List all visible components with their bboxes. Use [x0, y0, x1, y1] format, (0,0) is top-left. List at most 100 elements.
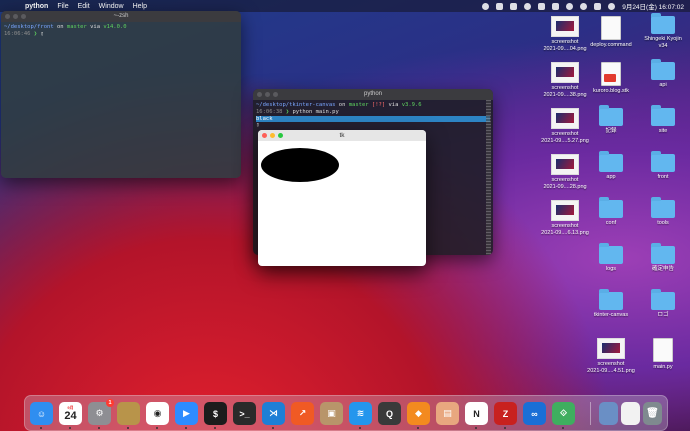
- desktop-icon[interactable]: screenshot 2021-09....28.png: [540, 154, 590, 190]
- desktop-icon-label: front: [657, 174, 669, 180]
- notion-dock-icon[interactable]: N: [465, 402, 488, 425]
- dock: ☺ 9月 24 ⚙ 1 ◉ ▶ $ >_ ⋊ ↗ ▣ ≋ Q ◆ ▤ N Z ∞ ⟐ 🗑: [24, 395, 668, 431]
- activity-dock-icon[interactable]: ↗: [291, 402, 314, 425]
- desktop-icon-label: Shingeki Kyojin v34: [644, 36, 682, 49]
- clock[interactable]: 9月24日(金) 16:07:02: [622, 1, 684, 11]
- terminal-scrollbar[interactable]: [486, 100, 491, 255]
- window-controls[interactable]: [262, 133, 283, 138]
- desktop-icon[interactable]: main.py: [638, 338, 688, 371]
- desktop-icon[interactable]: ロゴ: [638, 289, 688, 319]
- screenshot-thumbnail-icon: [551, 154, 579, 175]
- desktop-icon-label: 確定申告: [651, 266, 674, 272]
- desktop-icon-label: deploy.command: [590, 42, 632, 48]
- zsh-prompt: ❯: [30, 31, 41, 37]
- close-button[interactable]: [262, 133, 267, 138]
- keychain-dock-icon[interactable]: [117, 402, 140, 425]
- desktop-icon[interactable]: deploy.command: [586, 16, 636, 49]
- desktop-icon[interactable]: screenshot 2021-09....4.51.png: [586, 338, 636, 374]
- preview-dock-icon[interactable]: ▤: [436, 402, 459, 425]
- tk-window[interactable]: tk: [258, 130, 426, 266]
- sourcetree-dock-icon[interactable]: ◆: [407, 402, 430, 425]
- docker-dock-icon[interactable]: ≋: [349, 402, 372, 425]
- zsh-terminal-window[interactable]: ~-zsh ~/desktop/front on master via v14.…: [1, 11, 241, 178]
- bluetooth-icon[interactable]: [552, 2, 560, 10]
- archive-utility-dock-icon[interactable]: ▣: [320, 402, 343, 425]
- window-controls[interactable]: [5, 14, 26, 19]
- minimize-button[interactable]: [270, 133, 275, 138]
- desktop-icon-label: site: [658, 128, 668, 134]
- desktop-icon[interactable]: screenshot 2021-09....5.27.png: [540, 108, 590, 144]
- document-stack-icon[interactable]: [621, 402, 640, 425]
- iterm-dock-icon[interactable]: $: [204, 402, 227, 425]
- desktop-icon[interactable]: tkinter-canvas: [586, 289, 636, 319]
- vscode-dock-icon[interactable]: ⋊: [262, 402, 285, 425]
- desktop-icon[interactable]: screenshot 2021-09....38.png: [540, 62, 590, 98]
- zoom-button[interactable]: [278, 133, 283, 138]
- python-window-title: python: [363, 91, 382, 97]
- desktop-icon[interactable]: 記録: [586, 105, 636, 135]
- search-icon[interactable]: [580, 2, 588, 10]
- dropbox-icon[interactable]: [538, 2, 546, 10]
- python-prompt: ❯: [282, 109, 293, 115]
- python-terminal-content[interactable]: ~/desktop/tkinter-canvas on master [!?] …: [253, 100, 493, 131]
- filezilla-dock-icon[interactable]: Z: [494, 402, 517, 425]
- folder-icon: [599, 105, 623, 126]
- calendar-day: 24: [64, 410, 77, 422]
- zsh-node-version: v14.0.0: [103, 24, 127, 30]
- status-area: 9月24日(金) 16:07:02: [482, 0, 684, 12]
- camera-icon[interactable]: [496, 2, 504, 10]
- cloud-icon[interactable]: [524, 2, 532, 10]
- folder-icon: [599, 151, 623, 172]
- calendar-dock-icon[interactable]: 9月 24: [59, 402, 82, 425]
- terminal-dock-icon[interactable]: >_: [233, 402, 256, 425]
- menu-window[interactable]: Window: [99, 3, 124, 10]
- desktop-icon[interactable]: api: [638, 59, 688, 89]
- menu-file[interactable]: File: [57, 3, 68, 10]
- trash-icon[interactable]: 🗑: [643, 402, 662, 425]
- desktop-icon[interactable]: conf: [586, 197, 636, 227]
- zsh-terminal-content[interactable]: ~/desktop/front on master via v14.0.0 16…: [1, 22, 241, 40]
- running-indicator: [417, 427, 419, 429]
- black-oval: [261, 148, 339, 182]
- dock-separator: [590, 402, 591, 425]
- python-command: python main.py: [292, 109, 339, 115]
- desktop-icon[interactable]: screenshot 2021-09....04.png: [540, 16, 590, 52]
- window-controls[interactable]: [257, 92, 278, 97]
- desktop-icon-label: screenshot 2021-09....6.13.png: [541, 223, 589, 236]
- document-icon: [601, 16, 621, 40]
- running-indicator: [40, 427, 42, 429]
- tk-titlebar[interactable]: tk: [258, 130, 426, 141]
- desktop-icon[interactable]: front: [638, 151, 688, 181]
- zoom-dock-icon[interactable]: ▶: [175, 402, 198, 425]
- parking-icon[interactable]: [510, 2, 518, 10]
- menu-edit[interactable]: Edit: [78, 3, 90, 10]
- running-indicator: [214, 427, 216, 429]
- control-center-icon[interactable]: [594, 2, 602, 10]
- desktop-icon[interactable]: site: [638, 105, 688, 135]
- siri-icon[interactable]: [608, 2, 616, 10]
- python-titlebar[interactable]: python: [253, 89, 493, 100]
- zsh-titlebar[interactable]: ~-zsh: [1, 11, 241, 22]
- folder-icon: [651, 289, 675, 310]
- desktop-icon[interactable]: Shingeki Kyojin v34: [638, 13, 688, 49]
- menu-app-name[interactable]: python: [25, 3, 48, 10]
- desktop-icon[interactable]: tools: [638, 197, 688, 227]
- tk-canvas[interactable]: [258, 141, 426, 266]
- zsh-cursor: ▯: [40, 31, 44, 37]
- desktop-icon[interactable]: app: [586, 151, 636, 181]
- zsh-via: via: [86, 24, 104, 30]
- desktop-icon[interactable]: 確定申告: [638, 243, 688, 273]
- quicktime-dock-icon[interactable]: Q: [378, 402, 401, 425]
- desktop-icon[interactable]: kuroro.blog.stk: [586, 62, 636, 95]
- menu-help[interactable]: Help: [133, 3, 147, 10]
- desktop-icon[interactable]: logs: [586, 243, 636, 273]
- desktop-icon[interactable]: screenshot 2021-09....6.13.png: [540, 200, 590, 236]
- finder-dock-icon[interactable]: ☺: [30, 402, 53, 425]
- xcode-like-dock-icon[interactable]: ⟐: [552, 402, 575, 425]
- downloads-stack-icon[interactable]: [599, 402, 618, 425]
- record-icon[interactable]: [482, 2, 490, 10]
- wifi-icon[interactable]: [566, 2, 574, 10]
- system-preferences-dock-icon[interactable]: ⚙ 1: [88, 399, 114, 425]
- infinity-dock-icon[interactable]: ∞: [523, 402, 546, 425]
- chrome-dock-icon[interactable]: ◉: [146, 402, 169, 425]
